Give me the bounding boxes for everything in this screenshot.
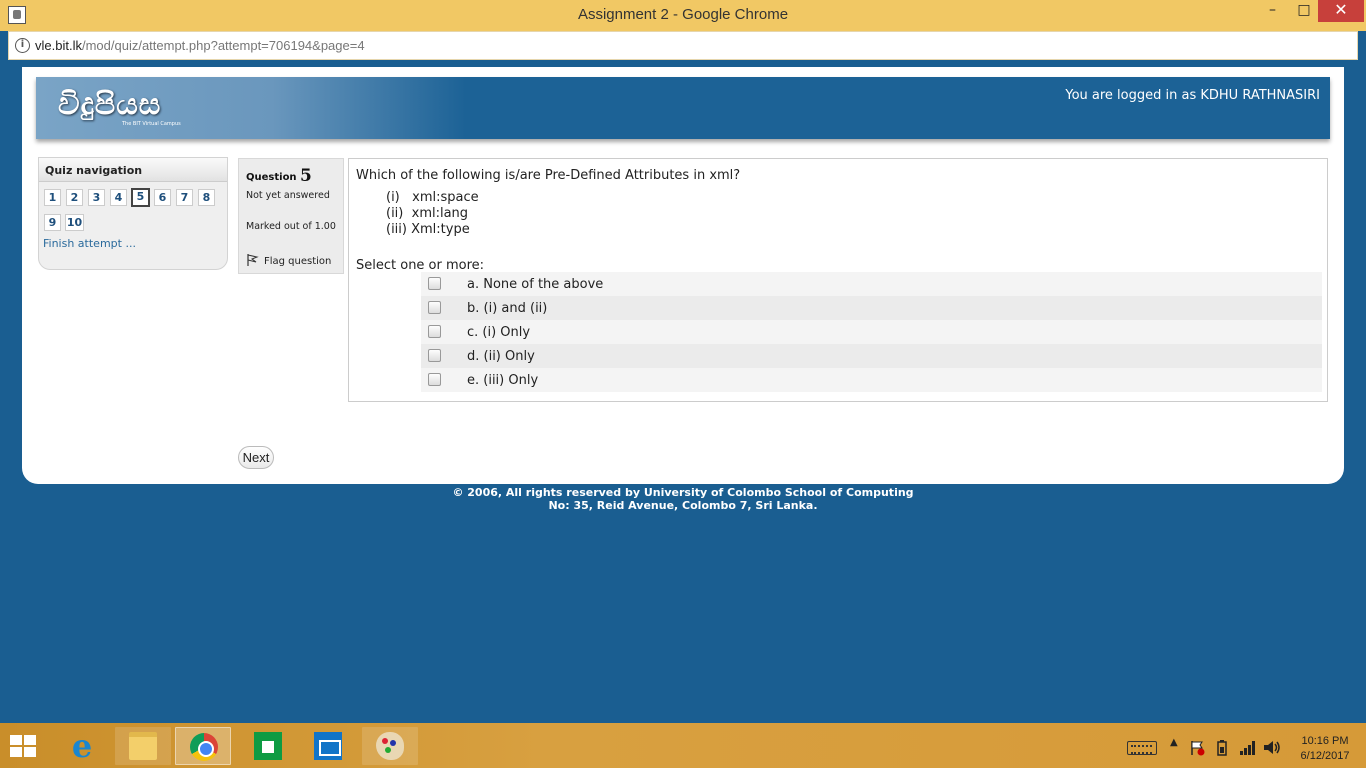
answer-option-e[interactable]: e. (iii) Only — [421, 368, 1322, 392]
taskbar-internet-explorer[interactable]: e — [54, 727, 110, 765]
network-icon[interactable] — [1239, 740, 1257, 755]
question-number-value: 5 — [300, 166, 312, 186]
answer-prompt: Select one or more: — [356, 258, 485, 273]
quiz-navigation-title: Quiz navigation — [39, 158, 227, 182]
question-content: Which of the following is/are Pre-Define… — [348, 158, 1328, 402]
question-grade: Marked out of 1.00 — [246, 221, 336, 232]
answer-label-c[interactable]: c. (i) Only — [467, 325, 530, 340]
taskbar: e ▲ 10:16 PM 6/12/2017 — [0, 723, 1366, 768]
quiz-nav-button-6[interactable]: 6 — [154, 189, 171, 206]
quiz-nav-button-9[interactable]: 9 — [44, 214, 61, 231]
footer-copyright: © 2006, All rights reserved by Universit… — [452, 486, 914, 499]
close-button[interactable]: ✕ — [1318, 0, 1364, 22]
answer-option-c[interactable]: c. (i) Only — [421, 320, 1322, 344]
quiz-nav-button-2[interactable]: 2 — [66, 189, 83, 206]
mail-icon — [314, 732, 342, 760]
question-info: Question 5 Not yet answered Marked out o… — [238, 158, 344, 274]
start-icon[interactable] — [10, 735, 38, 757]
paint-icon — [376, 732, 404, 760]
answer-label-a[interactable]: a. None of the above — [467, 277, 603, 292]
question-item-2: (ii) xml:lang — [386, 206, 469, 221]
next-button[interactable]: Next — [238, 446, 274, 469]
flag-question-label: Flag question — [264, 256, 332, 267]
answer-label-e[interactable]: e. (iii) Only — [467, 373, 538, 388]
answer-option-a[interactable]: a. None of the above — [421, 272, 1322, 296]
flag-question-button[interactable]: Flag question — [247, 254, 331, 267]
site-logo-subtitle: The BIT Virtual Campus — [122, 121, 181, 127]
touch-keyboard-icon[interactable] — [1127, 741, 1157, 755]
answer-checkbox-d[interactable] — [428, 349, 441, 362]
store-icon — [254, 732, 282, 760]
page-footer: © 2006, All rights reserved by Universit… — [0, 486, 1366, 512]
question-text: Which of the following is/are Pre-Define… — [356, 168, 741, 183]
action-center-flag-icon[interactable] — [1190, 740, 1205, 756]
url-text[interactable]: vle.bit.lk/mod/quiz/attempt.php?attempt=… — [35, 38, 365, 53]
answer-option-b[interactable]: b. (i) and (ii) — [421, 296, 1322, 320]
file-explorer-icon — [129, 732, 157, 760]
answer-label-d[interactable]: d. (ii) Only — [467, 349, 535, 364]
question-item-3: (iii) Xml:type — [386, 222, 470, 237]
address-bar[interactable]: i vle.bit.lk/mod/quiz/attempt.php?attemp… — [8, 31, 1358, 60]
quiz-nav-button-1[interactable]: 1 — [44, 189, 61, 206]
flag-icon — [247, 254, 259, 266]
quiz-nav-button-4[interactable]: 4 — [110, 189, 127, 206]
quiz-nav-button-10[interactable]: 10 — [65, 214, 84, 231]
taskbar-paint[interactable] — [362, 727, 418, 765]
footer-address: No: 35, Reid Avenue, Colombo 7, Sri Lank… — [548, 499, 818, 512]
question-item-1: (i) xml:space — [386, 190, 479, 205]
answer-checkbox-e[interactable] — [428, 373, 441, 386]
internet-explorer-icon: e — [71, 727, 93, 765]
title-bar: Assignment 2 - Google Chrome – □ ✕ — [0, 0, 1366, 31]
show-hidden-icons-icon[interactable]: ▲ — [1170, 737, 1178, 748]
login-info: You are logged in as KDHU RATHNASIRI — [1065, 88, 1320, 103]
header-banner: විදුපියස The BIT Virtual Campus You are … — [36, 77, 1330, 139]
answer-checkbox-c[interactable] — [428, 325, 441, 338]
answer-checkbox-b[interactable] — [428, 301, 441, 314]
taskbar-file-explorer[interactable] — [115, 727, 171, 765]
maximize-button[interactable]: □ — [1290, 0, 1318, 22]
info-icon[interactable]: i — [15, 38, 30, 53]
volume-icon[interactable] — [1263, 739, 1281, 756]
clock-date: 6/12/2017 — [1300, 750, 1350, 762]
site-logo[interactable]: විදුපියස — [58, 87, 161, 122]
finish-attempt-link[interactable]: Finish attempt ... — [43, 237, 136, 250]
question-items: (i) xml:space (ii) xml:lang (iii) Xml:ty… — [386, 190, 479, 238]
quiz-nav-button-3[interactable]: 3 — [88, 189, 105, 206]
taskbar-mail[interactable] — [300, 727, 356, 765]
answer-option-d[interactable]: d. (ii) Only — [421, 344, 1322, 368]
quiz-nav-button-5-current[interactable]: 5 — [131, 188, 150, 207]
question-number: Question 5 — [246, 166, 312, 186]
taskbar-clock[interactable]: 10:16 PM 6/12/2017 — [1290, 734, 1360, 764]
question-state: Not yet answered — [246, 190, 330, 201]
answer-label-b[interactable]: b. (i) and (ii) — [467, 301, 547, 316]
battery-icon[interactable] — [1214, 739, 1230, 756]
clock-time: 10:16 PM — [1301, 735, 1349, 747]
quiz-nav-button-7[interactable]: 7 — [176, 189, 193, 206]
chrome-icon — [190, 733, 218, 761]
quiz-navigation-block: Quiz navigation 1 2 3 4 5 6 7 8 9 10 Fin… — [38, 157, 228, 270]
taskbar-chrome[interactable] — [175, 727, 231, 765]
taskbar-store[interactable] — [240, 727, 296, 765]
quiz-nav-button-8[interactable]: 8 — [198, 189, 215, 206]
answer-checkbox-a[interactable] — [428, 277, 441, 290]
window-title: Assignment 2 - Google Chrome — [577, 6, 789, 23]
answer-options: a. None of the above b. (i) and (ii) c. … — [421, 272, 1322, 392]
minimize-button[interactable]: – — [1255, 0, 1290, 22]
question-label: Question — [246, 172, 297, 183]
url-path: /mod/quiz/attempt.php?attempt=706194&pag… — [81, 38, 365, 53]
url-host: vle.bit.lk — [35, 38, 82, 53]
